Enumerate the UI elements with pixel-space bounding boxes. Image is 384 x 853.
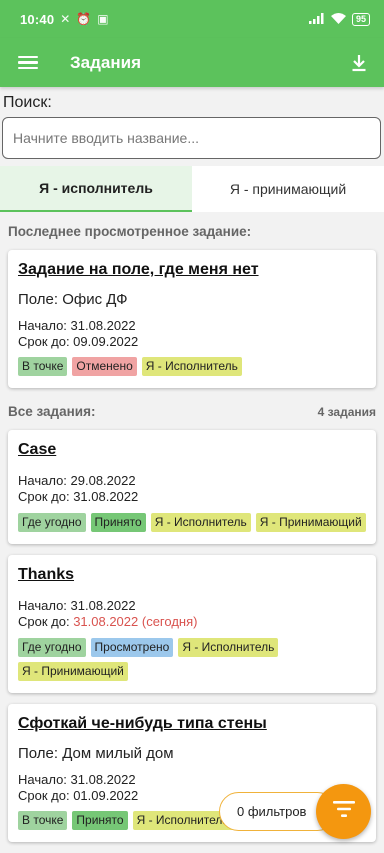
search-input[interactable] xyxy=(13,130,370,146)
task-badges: В точке Отменено Я - Исполнитель xyxy=(18,357,366,376)
task-start: Начало: 31.08.2022 xyxy=(18,598,136,613)
task-field: Поле: Офис ДФ xyxy=(18,291,128,308)
nfc-icon: ▣ xyxy=(97,12,109,26)
status-badge: Принято xyxy=(90,513,146,532)
search-label: Поиск: xyxy=(3,94,52,111)
filter-icon xyxy=(332,801,355,822)
status-badge: Где угодно xyxy=(18,513,86,532)
status-badge: Просмотрено xyxy=(90,638,174,657)
status-bar: 10:40 ✕ ⏰ ▣ 95 xyxy=(0,0,384,38)
signal-icon xyxy=(308,12,325,27)
task-dates: Начало: 31.08.2022 Срок до: 09.09.2022 xyxy=(18,318,366,350)
status-badge: Я - Исполнитель xyxy=(132,811,233,830)
task-due: Срок до: 31.08.2022 (сегодня) xyxy=(18,614,366,630)
tab-executor[interactable]: Я - исполнитель xyxy=(0,166,192,212)
task-title: Сфоткай че-нибудь типа стены xyxy=(18,715,267,732)
all-tasks-heading-text: Все задания: xyxy=(8,404,96,419)
battery-icon: 95 xyxy=(351,12,370,26)
task-badges: Где угодно Принято Я - Исполнитель Я - П… xyxy=(18,513,366,532)
task-due-value: 01.09.2022 xyxy=(73,788,139,803)
app-screen: 10:40 ✕ ⏰ ▣ 95 Задания Поиск: Начните вв… xyxy=(0,0,384,853)
task-dates: Начало: 31.08.2022 Срок до: 31.08.2022 (… xyxy=(18,598,366,630)
task-count: 4 задания xyxy=(317,404,376,419)
task-start: Начало: 31.08.2022 xyxy=(18,318,136,333)
task-due-label: Срок до: xyxy=(18,614,74,629)
status-time: 10:40 xyxy=(20,11,55,27)
last-viewed-heading: Последнее просмотренное задание: xyxy=(0,224,384,239)
task-due-label: Срок до: xyxy=(18,788,74,803)
task-dates: Начало: 29.08.2022 Срок до: 31.08.2022 xyxy=(18,473,366,505)
task-due-label: Срок до: xyxy=(18,489,74,504)
status-badge: В точке xyxy=(18,811,68,830)
role-tabs: Я - исполнитель Я - принимающий xyxy=(0,166,384,212)
page-title: Задания xyxy=(70,52,141,72)
tab-receiver[interactable]: Я - принимающий xyxy=(192,166,384,212)
all-tasks-heading: Все задания: 4 задания xyxy=(0,404,384,419)
status-badge: Отменено xyxy=(72,357,137,376)
status-badge: Я - Принимающий xyxy=(18,662,128,681)
search-box xyxy=(2,117,381,159)
task-field: Поле: Дом милый дом xyxy=(18,745,174,762)
status-badge: Я - Исполнитель xyxy=(150,513,251,532)
status-badge: В точке xyxy=(18,357,68,376)
menu-icon[interactable] xyxy=(18,55,38,70)
task-card[interactable]: Case Начало: 29.08.2022 Срок до: 31.08.2… xyxy=(8,430,376,544)
task-due: Срок до: 31.08.2022 xyxy=(18,489,366,505)
task-card[interactable]: Thanks Начало: 31.08.2022 Срок до: 31.08… xyxy=(8,555,376,693)
task-card-last-viewed[interactable]: Задание на поле, где меня нет Поле: Офис… xyxy=(8,250,376,388)
task-due-value-today: 31.08.2022 (сегодня) xyxy=(73,614,198,629)
task-due-value: 31.08.2022 xyxy=(73,489,139,504)
task-start: Начало: 29.08.2022 xyxy=(18,473,136,488)
app-bar: Задания xyxy=(0,38,384,87)
status-badge: Я - Исполнитель xyxy=(178,638,279,657)
task-title: Thanks xyxy=(18,566,75,583)
task-title: Задание на поле, где меня нет xyxy=(18,261,259,278)
status-badge: Я - Принимающий xyxy=(255,513,366,532)
filter-fab[interactable] xyxy=(316,784,371,839)
task-badges: Где угодно Просмотрено Я - Исполнитель Я… xyxy=(18,638,366,681)
status-badge: Где угодно xyxy=(18,638,86,657)
mute-icon: ✕ xyxy=(60,12,71,26)
alarm-icon: ⏰ xyxy=(76,12,92,26)
status-badge: Я - Исполнитель xyxy=(141,357,242,376)
download-icon[interactable] xyxy=(348,52,370,74)
last-viewed-heading-text: Последнее просмотренное задание: xyxy=(8,224,252,239)
task-title: Case xyxy=(18,441,57,458)
task-start: Начало: 31.08.2022 xyxy=(18,772,136,787)
status-badge: Принято xyxy=(72,811,128,830)
wifi-icon xyxy=(330,12,346,27)
task-due: Срок до: 09.09.2022 xyxy=(18,334,139,349)
